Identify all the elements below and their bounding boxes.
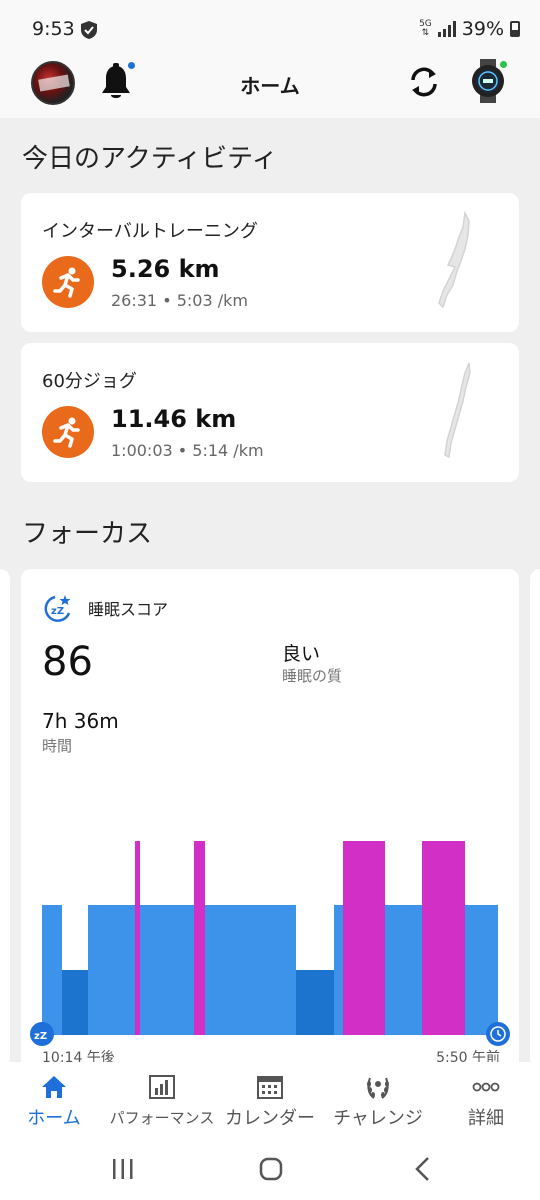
nav-home[interactable]: ホーム <box>0 1062 108 1138</box>
sleep-score-value: 86 <box>42 639 93 685</box>
sleep-quality-label: 睡眠の質 <box>282 667 343 685</box>
activity-details: 26:31 • 5:03 /km <box>111 291 248 310</box>
sync-icon[interactable] <box>405 63 443 101</box>
shield-icon <box>81 21 97 39</box>
battery-icon <box>510 21 520 37</box>
sleep-stage-light <box>88 905 296 1035</box>
activity-details: 1:00:03 • 5:14 /km <box>111 441 264 460</box>
next-card-peek[interactable] <box>530 569 540 1069</box>
sleep-stage-deep <box>296 970 334 1035</box>
home-button-icon[interactable] <box>256 1156 286 1182</box>
sleep-stage-light <box>42 905 62 1035</box>
nav-label: 詳細 <box>468 1108 504 1129</box>
sleep-stage-deep <box>62 970 88 1035</box>
activities-section-title: 今日のアクティビティ <box>22 144 278 174</box>
home-icon <box>42 1076 66 1098</box>
signal-icon <box>437 21 456 37</box>
sleep-start-marker: zZ <box>30 1022 54 1046</box>
calendar-icon <box>257 1076 283 1099</box>
laurel-icon <box>367 1077 389 1099</box>
activity-distance: 5.26 km <box>111 255 220 283</box>
focus-section-title: フォーカス <box>22 519 153 549</box>
previous-card-peek[interactable] <box>0 569 10 1069</box>
device-connected-badge <box>498 59 509 70</box>
more-icon <box>472 1082 500 1092</box>
recent-apps-icon[interactable] <box>108 1156 138 1182</box>
running-icon <box>42 256 94 308</box>
system-navigation-bar <box>0 1138 540 1200</box>
nav-challenges[interactable]: チャレンジ <box>324 1062 432 1138</box>
sleep-icon: zZ <box>44 595 71 622</box>
nav-more[interactable]: 詳細 <box>432 1062 540 1138</box>
nav-calendar[interactable]: カレンダー <box>216 1062 324 1138</box>
sleep-stage-rem <box>422 841 465 1035</box>
sleep-score-card[interactable]: zZ 睡眠スコア 86 良い 睡眠の質 7h 36m 時間 zZ 10:14 午… <box>21 569 519 1089</box>
sleep-duration-label: 時間 <box>42 737 73 755</box>
bottom-navigation: ホーム パフォーマンス カレンダー チャレンジ 詳細 <box>0 1062 540 1138</box>
status-time: 9:53 <box>32 18 75 40</box>
back-icon[interactable] <box>408 1156 438 1182</box>
activity-name: インターバルトレーニング <box>42 221 258 242</box>
app-header: ホーム <box>0 56 540 118</box>
activity-distance: 11.46 km <box>111 405 237 433</box>
network-indicator: 5G ⇅ <box>419 19 432 38</box>
status-bar: 9:53 5G ⇅ 39% <box>0 0 540 56</box>
svg-text:zZ: zZ <box>51 606 64 617</box>
bar-chart-icon <box>149 1075 175 1099</box>
route-map-thumbnail <box>438 210 470 309</box>
sleep-quality-value: 良い <box>282 643 321 665</box>
sleep-stage-rem <box>135 841 140 1035</box>
activity-card[interactable]: 60分ジョグ 11.46 km 1:00:03 • 5:14 /km <box>21 343 519 482</box>
route-map-thumbnail <box>444 362 471 459</box>
activity-name: 60分ジョグ <box>42 371 137 392</box>
nav-performance[interactable]: パフォーマンス <box>108 1062 216 1138</box>
svg-text:zZ: zZ <box>34 1031 47 1042</box>
sleep-card-title: 睡眠スコア <box>88 600 169 619</box>
sleep-stage-rem <box>194 841 205 1035</box>
sleep-stage-rem <box>343 841 385 1035</box>
page-title: ホーム <box>240 74 300 98</box>
activity-card[interactable]: インターバルトレーニング 5.26 km 26:31 • 5:03 /km <box>21 193 519 332</box>
running-icon <box>42 406 94 458</box>
sleep-duration-value: 7h 36m <box>42 709 119 733</box>
battery-percent: 39% <box>461 18 504 40</box>
wake-marker-icon <box>486 1022 510 1046</box>
